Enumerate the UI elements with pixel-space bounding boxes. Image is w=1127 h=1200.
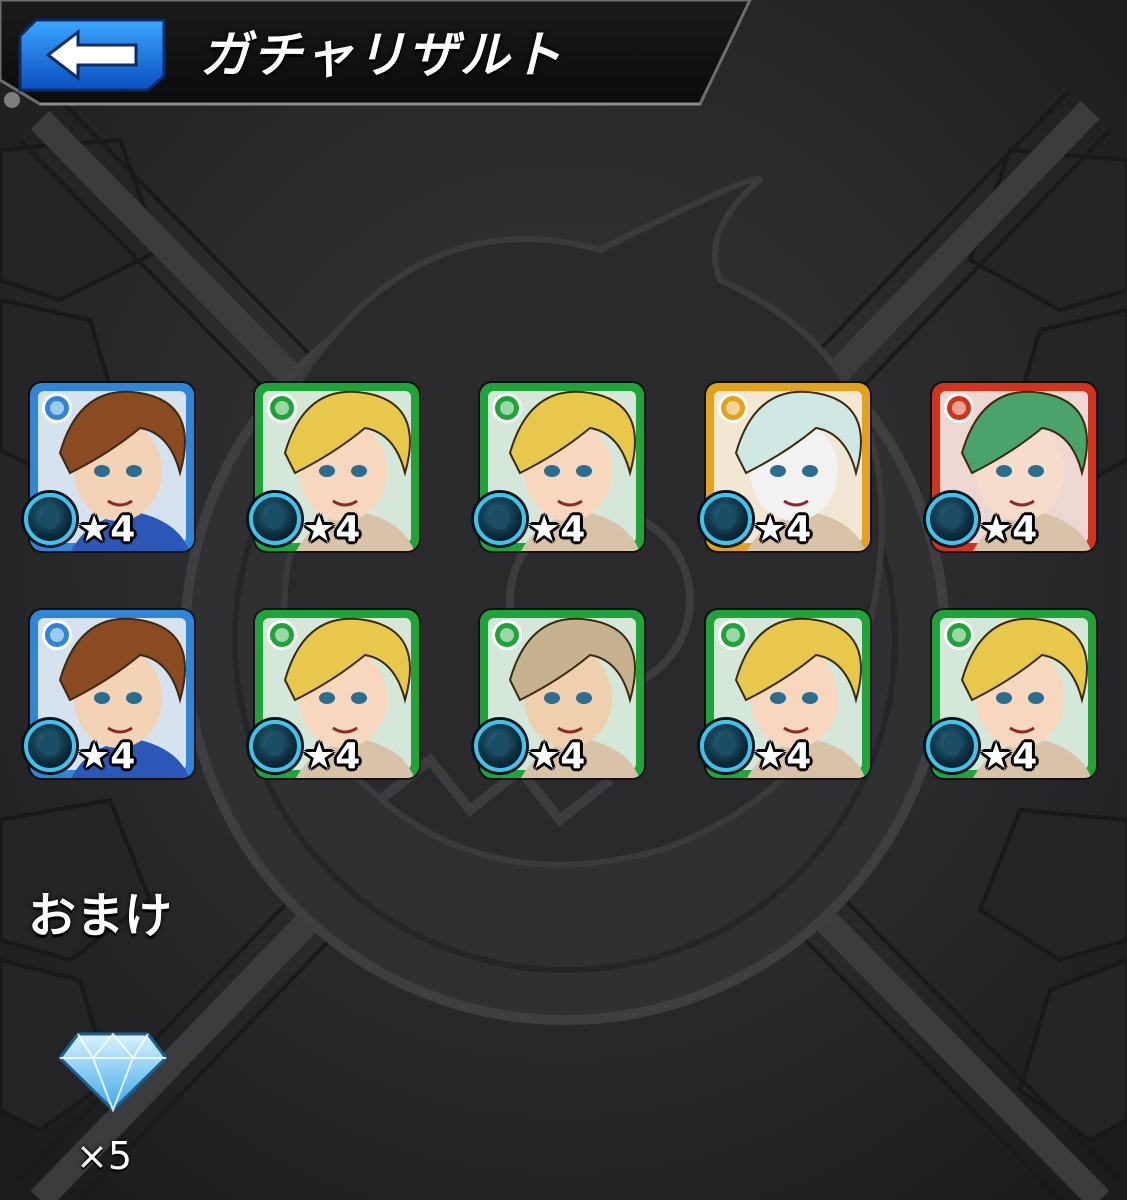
soul-badge-icon xyxy=(249,720,301,772)
wood-attribute-icon xyxy=(267,393,297,423)
wood-attribute-icon xyxy=(492,620,522,650)
result-card-brown-haired-boy[interactable]: ★4 xyxy=(24,610,196,780)
rarity-label: ★4 xyxy=(78,509,136,550)
rarity-label: ★4 xyxy=(303,509,361,550)
wood-attribute-icon xyxy=(267,620,297,650)
rarity-label: ★4 xyxy=(78,736,136,777)
gem-count: ×5 xyxy=(76,1134,133,1178)
wood-attribute-icon xyxy=(718,620,748,650)
soul-badge-icon xyxy=(24,493,76,545)
result-card-blonde-boy[interactable]: ★4 xyxy=(249,383,421,553)
rarity-label: ★4 xyxy=(303,736,361,777)
soul-badge-icon xyxy=(700,720,752,772)
soul-badge-icon xyxy=(249,493,301,545)
result-card-light-haired-man[interactable]: ★4 xyxy=(474,610,646,780)
page-title: ガチャリザルト xyxy=(200,26,564,84)
rarity-label: ★4 xyxy=(980,736,1038,777)
water-attribute-icon xyxy=(42,620,72,650)
header-bar: ガチャリザルト xyxy=(0,0,760,118)
result-card-blonde-boy[interactable]: ★4 xyxy=(926,610,1098,780)
rarity-label: ★4 xyxy=(754,509,812,550)
gem-icon xyxy=(58,1032,168,1112)
bonus-label: おまけ xyxy=(28,888,173,944)
rarity-label: ★4 xyxy=(980,509,1038,550)
wood-attribute-icon xyxy=(944,620,974,650)
water-attribute-icon xyxy=(42,393,72,423)
result-card-brown-haired-boy[interactable]: ★4 xyxy=(24,383,196,553)
soul-badge-icon xyxy=(474,720,526,772)
back-button[interactable] xyxy=(18,18,166,92)
soul-badge-icon xyxy=(926,493,978,545)
soul-badge-icon xyxy=(24,720,76,772)
soul-badge-icon xyxy=(926,720,978,772)
result-card-green-haired-girl[interactable]: ★4 xyxy=(926,383,1098,553)
light-attribute-icon xyxy=(718,393,748,423)
rarity-label: ★4 xyxy=(754,736,812,777)
fire-attribute-icon xyxy=(944,393,974,423)
result-card-blonde-boy[interactable]: ★4 xyxy=(700,610,872,780)
result-card-unicorn[interactable]: ★4 xyxy=(700,383,872,553)
background xyxy=(0,0,1127,1200)
result-card-blonde-boy[interactable]: ★4 xyxy=(474,383,646,553)
soul-badge-icon xyxy=(700,493,752,545)
result-card-blonde-boy[interactable]: ★4 xyxy=(249,610,421,780)
back-arrow-icon xyxy=(18,18,166,92)
rarity-label: ★4 xyxy=(528,509,586,550)
wood-attribute-icon xyxy=(492,393,522,423)
rarity-label: ★4 xyxy=(528,736,586,777)
soul-badge-icon xyxy=(474,493,526,545)
